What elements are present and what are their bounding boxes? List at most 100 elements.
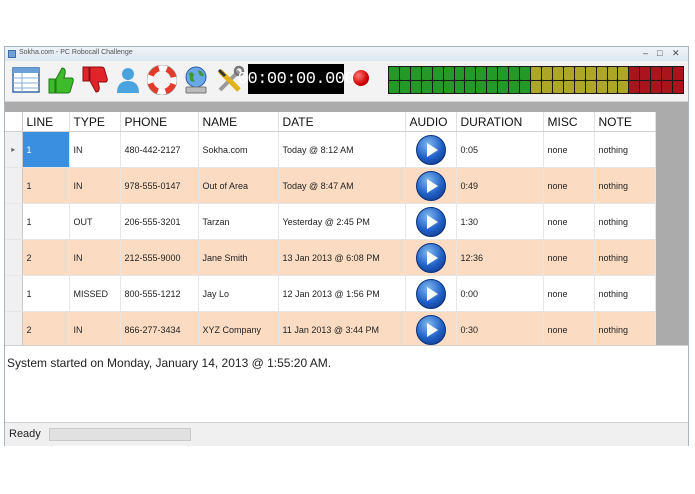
row-header[interactable] — [5, 203, 23, 240]
cell-name: XYZ Company — [198, 311, 279, 348]
meter-segment — [531, 80, 541, 93]
table-row[interactable]: 2 IN 866-277-3434 XYZ Company 11 Jan 2013 @ … — [5, 311, 656, 348]
cell-name: Tarzan — [198, 203, 279, 240]
column-header[interactable]: PHONE — [120, 112, 199, 132]
meter-segment — [421, 80, 432, 93]
meter-segment — [618, 67, 629, 80]
cell-duration: 0:05 — [456, 131, 544, 168]
lifebuoy-icon — [147, 65, 177, 95]
row-header[interactable] — [5, 239, 23, 276]
thumbs-down-button[interactable] — [77, 63, 111, 97]
minimize-icon[interactable]: – — [643, 48, 648, 59]
status-bar: Ready — [5, 424, 688, 446]
column-header[interactable]: AUDIO — [405, 112, 457, 132]
meter-segment — [454, 80, 465, 93]
play-audio-button[interactable] — [415, 170, 446, 201]
play-icon — [426, 286, 438, 301]
table-view-button[interactable] — [9, 63, 43, 97]
meter-segment — [531, 67, 541, 80]
column-header[interactable]: NOTE — [594, 112, 656, 132]
cell-date: Today @ 8:47 AM — [278, 167, 406, 204]
cell-date: 11 Jan 2013 @ 3:44 PM — [278, 311, 406, 348]
help-button[interactable] — [145, 63, 179, 97]
cell-duration: 0:30 — [456, 311, 544, 348]
globe-icon — [185, 66, 207, 94]
thumbs-up-button[interactable] — [43, 63, 77, 97]
contacts-button[interactable] — [111, 63, 145, 97]
meter-segment — [640, 80, 651, 93]
column-header[interactable]: TYPE — [69, 112, 121, 132]
title-bar: Sokha.com - PC Robocall Challenge – □ ✕ — [5, 47, 688, 61]
row-header[interactable]: ▸ — [5, 131, 23, 168]
audio-cell[interactable] — [405, 167, 457, 204]
cell-line: 2 — [22, 311, 70, 348]
row-header[interactable] — [5, 275, 23, 312]
cell-phone: 866-277-3434 — [120, 311, 199, 348]
system-log: System started on Monday, January 14, 20… — [5, 345, 688, 423]
maximize-icon[interactable]: □ — [657, 48, 662, 59]
audio-cell[interactable] — [405, 131, 457, 168]
audio-cell[interactable] — [405, 275, 457, 312]
meter-segment — [651, 67, 662, 80]
cell-type: IN — [69, 311, 121, 348]
column-header[interactable]: MISC — [543, 112, 595, 132]
meter-segment — [399, 80, 410, 93]
play-audio-button[interactable] — [415, 206, 446, 237]
table-row[interactable]: 1 MISSED 800-555-1212 Jay Lo 12 Jan 2013 @ 1… — [5, 275, 656, 312]
cell-phone: 212-555-9000 — [120, 239, 199, 276]
column-header[interactable]: LINE — [22, 112, 70, 132]
toolbar: 00:00:00.000 — [5, 61, 688, 102]
cell-phone: 800-555-1212 — [120, 275, 199, 312]
audio-cell[interactable] — [405, 239, 457, 276]
cell-note: nothing — [594, 239, 656, 276]
meter-segment — [421, 67, 432, 80]
meter-segment — [520, 80, 531, 93]
play-audio-button[interactable] — [415, 278, 446, 309]
meter-segment — [509, 80, 520, 93]
play-audio-button[interactable] — [415, 134, 446, 165]
meter-segment — [629, 80, 640, 93]
meter-segment — [673, 67, 683, 80]
row-header[interactable] — [5, 311, 23, 348]
cell-note: nothing — [594, 203, 656, 240]
play-icon — [426, 250, 438, 265]
table-row[interactable]: ▸ 1 IN 480-442-2127 Sokha.com Today @ 8:12 AM… — [5, 131, 656, 168]
meter-segment — [651, 80, 662, 93]
column-header[interactable]: NAME — [198, 112, 279, 132]
row-header-corner — [5, 112, 23, 132]
table-row[interactable]: 1 IN 978-555-0147 Out of Area Today @ 8:47 A… — [5, 167, 656, 204]
meter-segment — [443, 67, 454, 80]
play-icon — [426, 142, 438, 157]
cell-line: 1 — [22, 203, 70, 240]
meter-segment — [574, 67, 585, 80]
meter-segment — [585, 80, 596, 93]
meter-segment — [673, 80, 683, 93]
cell-name: Out of Area — [198, 167, 279, 204]
cell-phone: 480-442-2127 — [120, 131, 199, 168]
column-header[interactable]: DATE — [278, 112, 406, 132]
meter-segment — [509, 67, 520, 80]
cell-duration: 12:36 — [456, 239, 544, 276]
play-audio-button[interactable] — [415, 314, 446, 345]
cell-note: nothing — [594, 275, 656, 312]
cell-misc: none — [543, 275, 595, 312]
row-header[interactable] — [5, 167, 23, 204]
user-icon — [117, 68, 139, 93]
meter-segment — [498, 80, 509, 93]
table-row[interactable]: 1 OUT 206-555-3201 Tarzan Yesterday @ 2:45 P… — [5, 203, 656, 240]
play-audio-button[interactable] — [415, 242, 446, 273]
record-button[interactable] — [353, 70, 369, 86]
audio-cell[interactable] — [405, 311, 457, 348]
audio-cell[interactable] — [405, 203, 457, 240]
thumbs-down-icon — [82, 66, 108, 93]
web-button[interactable] — [179, 63, 213, 97]
column-header[interactable]: DURATION — [456, 112, 544, 132]
close-icon[interactable]: ✕ — [672, 48, 680, 59]
cell-date: Today @ 8:12 AM — [278, 131, 406, 168]
meter-segment — [520, 67, 531, 80]
play-icon — [426, 322, 438, 337]
meter-segment — [432, 80, 443, 93]
table-row[interactable]: 2 IN 212-555-9000 Jane Smith 13 Jan 2013 @ 6… — [5, 239, 656, 276]
cell-name: Sokha.com — [198, 131, 279, 168]
meter-segment — [596, 67, 607, 80]
